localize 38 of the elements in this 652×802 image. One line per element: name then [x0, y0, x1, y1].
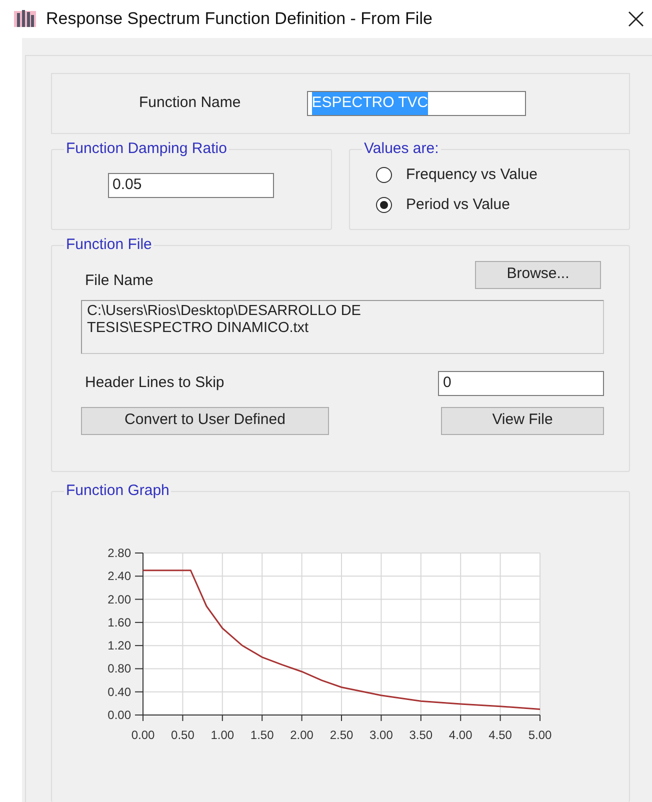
function-name-label: Function Name: [139, 93, 241, 114]
close-icon: [628, 11, 644, 27]
view-file-button[interactable]: View File: [441, 406, 604, 434]
browse-button[interactable]: Browse...: [475, 260, 601, 288]
x-tick-label: 3.00: [370, 728, 393, 742]
y-tick-label: 2.80: [108, 546, 131, 560]
x-tick-label: 2.50: [330, 728, 354, 742]
y-tick-label: 0.00: [108, 708, 131, 722]
x-tick-label: 0.00: [131, 728, 155, 742]
radio-button[interactable]: Frequency vs Value: [376, 164, 629, 186]
x-tick-label: 4.50: [488, 728, 512, 742]
x-tick-label: 1.50: [250, 728, 274, 742]
x-tick-label: 5.00: [528, 728, 552, 742]
x-tick-label: 2.00: [290, 728, 314, 742]
group-legend: Function Graph: [64, 480, 172, 502]
header-lines-label: Header Lines to Skip: [85, 372, 224, 393]
header-lines-field[interactable]: 0: [438, 370, 604, 396]
radio-button[interactable]: Period vs Value: [376, 194, 629, 216]
app-icon: [14, 9, 36, 29]
x-tick-label: 0.50: [171, 728, 194, 742]
group-legend: Values are:: [362, 138, 441, 160]
y-tick-label: 0.80: [108, 661, 131, 676]
x-tick-label: 1.00: [210, 728, 234, 742]
y-tick-label: 1.60: [108, 614, 131, 629]
y-tick-label: 1.20: [108, 638, 131, 652]
y-tick-label: 2.00: [108, 592, 131, 606]
window-title: Response Spectrum Function Definition - From File: [46, 8, 432, 30]
file-name-text: C:\Users\Rios\Desktop\DESARROLLO DE TESIS\ESPECTRO DINAMICO.txt: [87, 302, 362, 336]
group-legend: Function Damping Ratio: [64, 138, 229, 160]
damping-ratio-field[interactable]: 0.05: [108, 172, 274, 198]
x-tick-label: 4.00: [448, 728, 472, 742]
convert-button[interactable]: Convert to User Defined: [81, 406, 329, 434]
x-tick-label: 3.50: [409, 728, 433, 742]
file-name-label: File Name: [85, 271, 154, 291]
function-name-value: ESPECTRO TVC: [312, 92, 428, 115]
group-legend: Function File: [64, 234, 154, 256]
y-tick-label: 0.40: [108, 684, 131, 698]
y-tick-label: 2.40: [108, 568, 131, 583]
